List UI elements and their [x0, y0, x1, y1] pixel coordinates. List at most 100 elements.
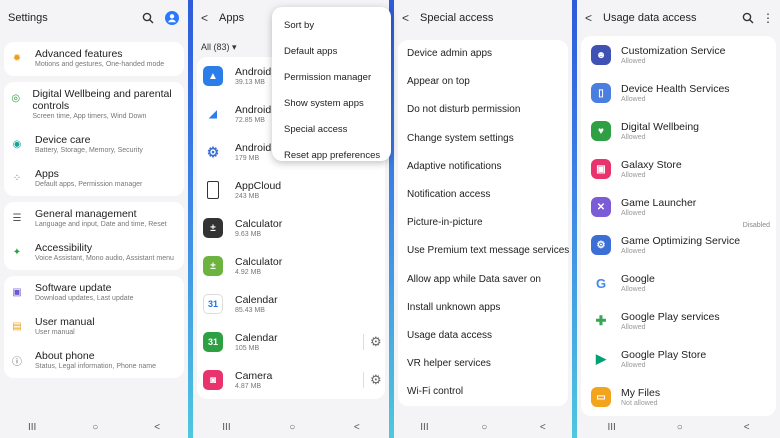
- settings-item-advanced-features[interactable]: ✹ Advanced features Motions and gestures,…: [4, 42, 184, 76]
- accessibility-icon: ✦: [12, 246, 22, 258]
- list-item[interactable]: Use Premium text message services: [398, 237, 569, 265]
- list-item[interactable]: ▣ Galaxy Store Allowed: [581, 150, 776, 188]
- settings-item-digital-wellbeing[interactable]: ◎ Digital Wellbeing and parental control…: [4, 82, 184, 128]
- back-button[interactable]: <: [154, 422, 160, 433]
- gear-icon[interactable]: ⚙: [363, 372, 382, 388]
- special-access-panel: < Special access Device admin apps Appea…: [394, 0, 572, 438]
- list-item[interactable]: ▶ Google Play Store Allowed: [581, 340, 776, 378]
- list-item[interactable]: ♥ Digital Wellbeing Allowed: [581, 112, 776, 150]
- list-item[interactable]: ▭ My Files Not allowed: [581, 378, 776, 416]
- list-item[interactable]: Do not disturb permission: [398, 96, 568, 124]
- calendar-icon: 31: [203, 294, 223, 314]
- gear-plus-icon: ✹: [12, 52, 22, 64]
- settings-item-about-phone[interactable]: ⓘ About phone Status, Legal information, …: [4, 344, 184, 378]
- list-item[interactable]: ✚ Google Play services Allowed: [581, 302, 776, 340]
- list-item[interactable]: Install unknown apps: [398, 294, 568, 322]
- more-options-icon[interactable]: ⋮: [762, 10, 774, 26]
- appcloud-icon: [207, 181, 219, 199]
- app-row[interactable]: 31 Calendar 105 MB ⚙: [197, 323, 385, 361]
- overflow-menu: Sort by Default apps Permission manager …: [272, 7, 391, 161]
- google-play-services-icon: ✚: [591, 311, 611, 331]
- recents-button[interactable]: III: [28, 422, 36, 433]
- calendar-icon: 31: [203, 332, 223, 352]
- list-item[interactable]: ☻ Customization Service Allowed: [581, 36, 776, 74]
- app-row[interactable]: AppCloud 243 MB: [197, 171, 385, 209]
- back-arrow-icon[interactable]: <: [201, 11, 219, 25]
- home-button[interactable]: ○: [481, 422, 487, 433]
- settings-card: ◎ Digital Wellbeing and parental control…: [4, 82, 184, 196]
- settings-item-software-update[interactable]: ▣ Software update Download updates, Last …: [4, 276, 184, 310]
- gear-icon[interactable]: ⚙: [363, 334, 382, 350]
- home-button[interactable]: ○: [289, 422, 295, 433]
- list-item[interactable]: Appear on top: [398, 68, 568, 96]
- game-launcher-icon: ✕: [591, 197, 611, 217]
- webview-gear-icon: ⚙: [203, 142, 223, 162]
- usage-data-access-panel: < Usage data access ⋮ ☻ Customization Se…: [577, 0, 780, 438]
- navigation-bar: III ○ <: [394, 416, 572, 438]
- list-item[interactable]: Change system settings: [398, 125, 568, 153]
- list-item[interactable]: ▯ Device Health Services Allowed: [581, 74, 776, 112]
- settings-item-device-care[interactable]: ◉ Device care Battery, Storage, Memory, S…: [4, 128, 184, 162]
- list-item[interactable]: ✕ Game Launcher Allowed Disabled: [581, 188, 776, 229]
- app-row[interactable]: 31 Calendar 85.43 MB: [197, 285, 385, 323]
- camera-icon: ◙: [203, 370, 223, 390]
- calculator-icon: ±: [203, 218, 223, 238]
- home-button[interactable]: ○: [677, 422, 683, 433]
- menu-item-sort-by[interactable]: Sort by: [272, 13, 391, 39]
- app-row[interactable]: ◙ Camera 4.87 MB ⚙: [197, 361, 385, 399]
- recents-button[interactable]: III: [222, 422, 230, 433]
- app-row[interactable]: ± Calculator 4.92 MB: [197, 247, 385, 285]
- list-item[interactable]: VR helper services: [398, 350, 568, 378]
- page-title: Special access: [420, 12, 494, 24]
- menu-item-show-system-apps[interactable]: Show system apps: [272, 91, 391, 117]
- search-icon[interactable]: [140, 10, 156, 26]
- app-row[interactable]: ± Calculator 9.63 MB: [197, 209, 385, 247]
- list-item[interactable]: Usage data access: [398, 322, 568, 350]
- list-item[interactable]: Notification access: [398, 181, 568, 209]
- device-care-icon: ◉: [12, 138, 22, 150]
- navigation-bar: III ○ <: [577, 416, 780, 438]
- recents-button[interactable]: III: [607, 422, 615, 433]
- chevron-down-icon: ▾: [232, 42, 237, 52]
- my-files-icon: ▭: [591, 387, 611, 407]
- sliders-icon: ☰: [12, 212, 22, 224]
- home-button[interactable]: ○: [92, 422, 98, 433]
- special-access-list: Device admin apps Appear on top Do not d…: [398, 40, 569, 407]
- menu-item-permission-manager[interactable]: Permission manager: [272, 65, 391, 91]
- google-icon: G: [591, 273, 611, 293]
- device-health-icon: ▯: [591, 83, 611, 103]
- list-item[interactable]: Device admin apps: [398, 40, 568, 68]
- menu-item-reset-app-preferences[interactable]: Reset app preferences: [272, 143, 391, 169]
- back-arrow-icon[interactable]: <: [402, 11, 420, 25]
- usage-app-list: ☻ Customization Service Allowed ▯ Device …: [581, 36, 776, 416]
- settings-card: ☰ General management Language and input, …: [4, 202, 184, 270]
- settings-item-apps[interactable]: ⁘ Apps Default apps, Permission manager: [4, 162, 184, 196]
- list-item[interactable]: Picture-in-picture: [398, 209, 568, 237]
- wellbeing-icon: ◎: [11, 92, 21, 104]
- settings-item-general-management[interactable]: ☰ General management Language and input, …: [4, 202, 184, 236]
- galaxy-store-icon: ▣: [591, 159, 611, 179]
- navigation-bar: III ○ <: [193, 416, 389, 438]
- back-arrow-icon[interactable]: <: [585, 11, 603, 25]
- settings-item-accessibility[interactable]: ✦ Accessibility Voice Assistant, Mono aud…: [4, 236, 184, 270]
- list-item[interactable]: Adaptive notifications: [398, 153, 568, 181]
- manual-icon: ▤: [12, 320, 22, 332]
- page-title: Settings: [8, 12, 48, 24]
- back-button[interactable]: <: [354, 422, 360, 433]
- apps-grid-icon: ⁘: [12, 172, 22, 184]
- settings-item-user-manual[interactable]: ▤ User manual User manual: [4, 310, 184, 344]
- list-item[interactable]: Wi-Fi control: [398, 378, 568, 406]
- back-button[interactable]: <: [540, 422, 546, 433]
- settings-panel: Settings ✹ Advanced features Motions and …: [0, 0, 188, 438]
- list-item[interactable]: G Google Allowed: [581, 264, 776, 302]
- page-title: Usage data access: [603, 12, 697, 24]
- menu-item-special-access[interactable]: Special access: [272, 117, 391, 143]
- software-update-icon: ▣: [12, 286, 22, 298]
- menu-item-default-apps[interactable]: Default apps: [272, 39, 391, 65]
- profile-icon[interactable]: [164, 10, 180, 26]
- search-icon[interactable]: [740, 10, 756, 26]
- recents-button[interactable]: III: [420, 422, 428, 433]
- list-item[interactable]: ⚙ Game Optimizing Service Allowed: [581, 226, 776, 264]
- list-item[interactable]: Allow app while Data saver on: [398, 266, 568, 294]
- back-button[interactable]: <: [744, 422, 750, 433]
